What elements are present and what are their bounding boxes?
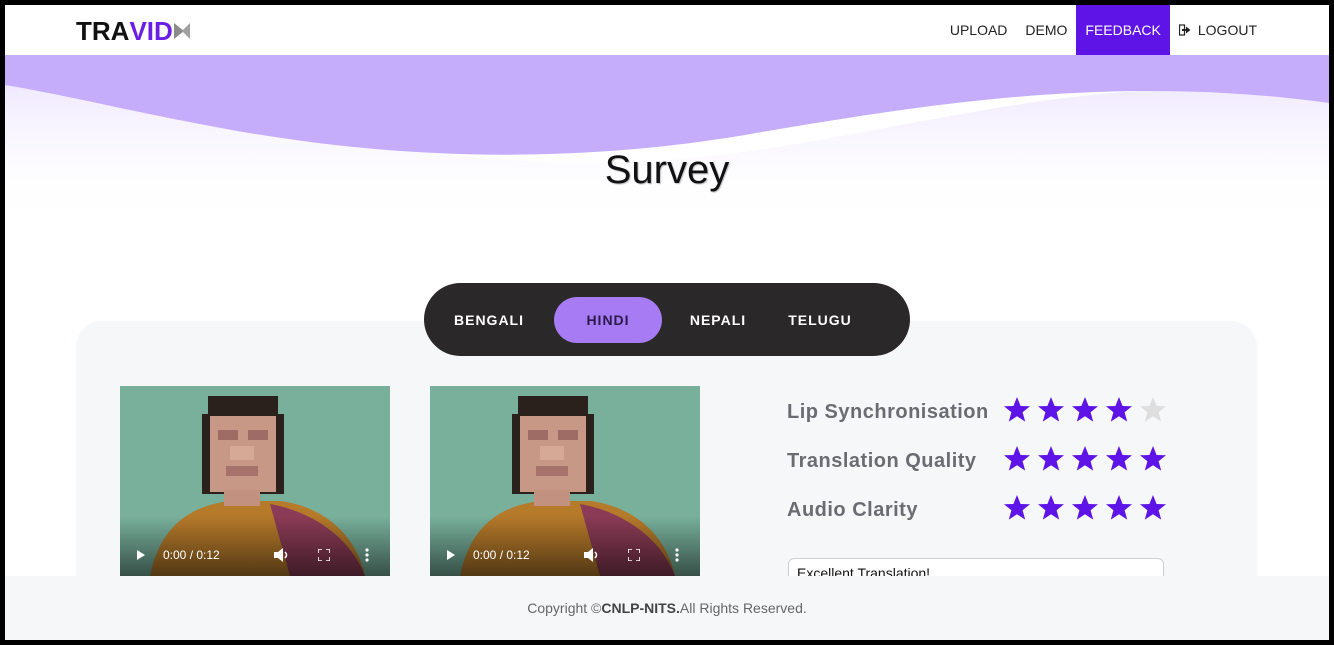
play-icon[interactable]: [447, 550, 455, 560]
nav-demo[interactable]: DEMO: [1016, 5, 1076, 55]
more-options-icon[interactable]: [675, 548, 679, 562]
logout-icon: [1178, 24, 1191, 36]
rating-stars-lip-sync: [1003, 396, 1173, 424]
volume-icon[interactable]: [584, 548, 600, 562]
app-frame: TRA VID UPLOAD DEMO FEEDBACK LOGOUT Surv…: [5, 5, 1329, 640]
star-filled-icon[interactable]: [1003, 396, 1031, 424]
footer-copyright-suffix: All Rights Reserved.: [679, 600, 807, 616]
rating-label-lip-sync: Lip Synchronisation: [787, 401, 989, 423]
language-tabs: BENGALI HINDI NEPALI TELUGU: [424, 283, 910, 356]
brand-logo-text-1: TRA: [76, 16, 130, 46]
video-controls: 0:00 / 0:12: [430, 516, 700, 576]
navbar: TRA VID UPLOAD DEMO FEEDBACK LOGOUT: [5, 5, 1329, 55]
star-filled-icon[interactable]: [1037, 494, 1065, 522]
nav-logout-label: LOGOUT: [1197, 22, 1257, 38]
more-options-icon[interactable]: [365, 548, 369, 562]
rating-label-audio: Audio Clarity: [787, 499, 918, 521]
tab-hindi[interactable]: HINDI: [554, 296, 662, 343]
video-controls: 0:00 / 0:12: [120, 516, 390, 576]
tab-bengali[interactable]: BENGALI: [444, 297, 534, 343]
star-filled-icon[interactable]: [1139, 445, 1167, 473]
tab-nepali[interactable]: NEPALI: [674, 297, 762, 343]
fullscreen-icon[interactable]: [628, 549, 640, 561]
brand-logo[interactable]: TRA VID: [76, 16, 190, 46]
star-filled-icon[interactable]: [1071, 445, 1099, 473]
star-filled-icon[interactable]: [1139, 494, 1167, 522]
rating-stars-translation: [1003, 445, 1173, 473]
nav-logout[interactable]: LOGOUT: [1170, 5, 1329, 55]
nav-upload[interactable]: UPLOAD: [941, 5, 1017, 55]
video-original[interactable]: 0:00 / 0:12: [120, 386, 390, 576]
footer: Copyright © CNLP-NITS. All Rights Reserv…: [5, 576, 1329, 640]
tab-telugu[interactable]: TELUGU: [774, 297, 866, 343]
star-filled-icon[interactable]: [1071, 396, 1099, 424]
star-filled-icon[interactable]: [1003, 445, 1031, 473]
video-time: 0:00 / 0:12: [473, 548, 530, 562]
star-filled-icon[interactable]: [1037, 445, 1065, 473]
page-title: Survey: [604, 148, 730, 192]
star-filled-icon[interactable]: [1105, 445, 1133, 473]
rating-stars-audio: [1003, 494, 1173, 522]
brand-logo-text-2: VID: [129, 16, 173, 46]
footer-copyright-prefix: Copyright ©: [527, 600, 602, 616]
volume-icon[interactable]: [274, 548, 290, 562]
star-filled-icon[interactable]: [1037, 396, 1065, 424]
star-filled-icon[interactable]: [1003, 494, 1031, 522]
play-icon[interactable]: [137, 550, 145, 560]
fullscreen-icon[interactable]: [318, 549, 330, 561]
nav-links: UPLOAD DEMO FEEDBACK LOGOUT: [941, 5, 1329, 55]
star-filled-icon[interactable]: [1105, 494, 1133, 522]
star-filled-icon[interactable]: [1071, 494, 1099, 522]
video-time: 0:00 / 0:12: [163, 548, 220, 562]
header-wave: [5, 55, 1329, 225]
star-empty-icon[interactable]: [1139, 396, 1167, 424]
video-camera-icon: [173, 22, 190, 40]
star-filled-icon[interactable]: [1105, 396, 1133, 424]
rating-label-translation: Translation Quality: [787, 450, 977, 472]
nav-feedback[interactable]: FEEDBACK: [1076, 5, 1170, 55]
footer-org: CNLP-NITS.: [601, 600, 680, 616]
video-translated[interactable]: 0:00 / 0:12: [430, 386, 700, 576]
